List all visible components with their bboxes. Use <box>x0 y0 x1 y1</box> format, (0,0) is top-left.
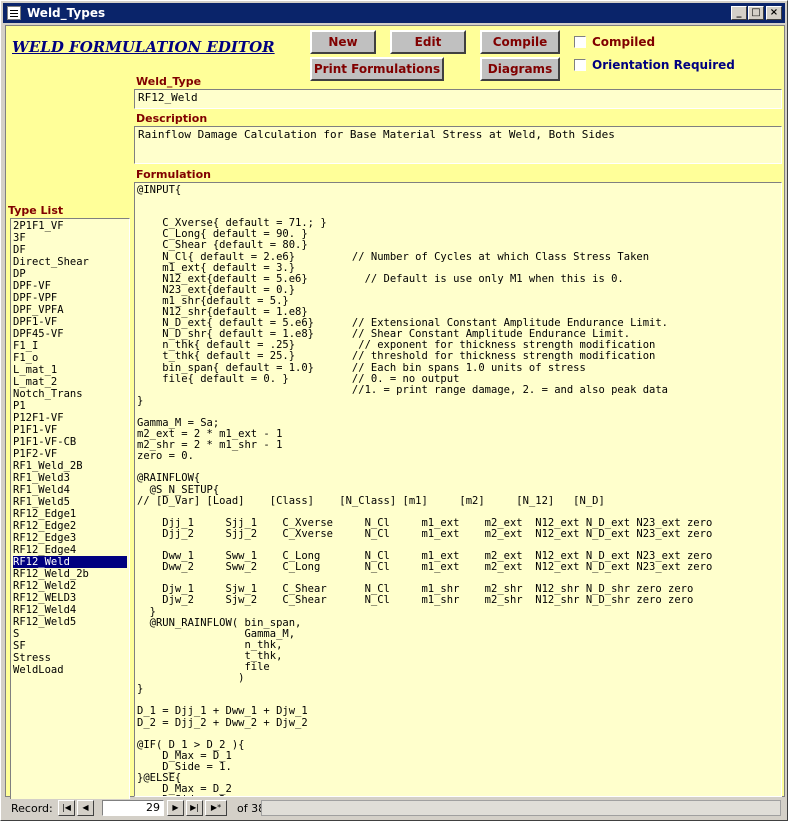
type-list-item[interactable]: DPF1-VF <box>13 316 127 328</box>
type-list-item[interactable]: DPF-VF <box>13 280 127 292</box>
type-list-item[interactable]: RF1_Weld_2B <box>13 460 127 472</box>
weld-type-label: Weld_Type <box>136 75 202 88</box>
type-list-item[interactable]: DPF45-VF <box>13 328 127 340</box>
compile-button[interactable]: Compile <box>480 30 560 54</box>
form-title: WELD FORMULATION EDITOR <box>12 38 275 56</box>
type-list-item[interactable]: RF12_Edge1 <box>13 508 127 520</box>
last-record-button[interactable]: ▶| <box>186 800 203 816</box>
type-list-item[interactable]: P12F1-VF <box>13 412 127 424</box>
minimize-button[interactable]: _ <box>731 6 747 20</box>
description-label: Description <box>136 112 208 125</box>
type-list-item[interactable]: Stress <box>13 652 127 664</box>
maximize-button[interactable]: □ <box>748 6 764 20</box>
formulation-field[interactable]: @INPUT{ C_Xverse{ default = 71.; } C_Lon… <box>134 182 782 797</box>
type-list-item[interactable]: S <box>13 628 127 640</box>
type-list-item[interactable]: WeldLoad <box>13 664 127 676</box>
compiled-checkbox[interactable]: Compiled <box>574 35 664 49</box>
type-list-item[interactable]: Notch_Trans <box>13 388 127 400</box>
record-navigation-bar: Record: |◀ ◀ 29 ▶ ▶| ▶* of 38 <box>5 799 785 818</box>
type-list-item[interactable]: DF <box>13 244 127 256</box>
type-list-item[interactable]: RF12_Weld4 <box>13 604 127 616</box>
type-list-item[interactable]: SF <box>13 640 127 652</box>
print-formulations-button[interactable]: Print Formulations ... <box>310 57 444 96</box>
orientation-required-checkbox[interactable]: Orientation Required <box>574 58 735 72</box>
current-record-input[interactable]: 29 <box>102 800 164 816</box>
type-list-item[interactable]: L_mat_2 <box>13 376 127 388</box>
type-list-item[interactable]: DP <box>13 268 127 280</box>
type-list-item[interactable]: P1F1-VF <box>13 424 127 436</box>
form-body: WELD FORMULATION EDITOR New Edit Compile… <box>5 25 785 801</box>
type-list-item[interactable]: P1F2-VF <box>13 448 127 460</box>
new-record-button[interactable]: ▶* <box>205 800 227 816</box>
type-list-item[interactable]: RF12_Weld <box>13 556 127 568</box>
type-list[interactable]: 2P1F1_VF 3F DF Direct_Shear DP DPF-VF DPF-VPF D… <box>10 218 130 801</box>
type-list-item[interactable]: 3F <box>13 232 127 244</box>
window-title: Weld_Types <box>27 6 106 20</box>
type-list-item[interactable]: 2P1F1_VF <box>13 220 127 232</box>
type-list-item[interactable]: RF1_Weld3 <box>13 472 127 484</box>
type-list-item[interactable]: F1_I <box>13 340 127 352</box>
type-list-item[interactable]: RF12_Weld2 <box>13 580 127 592</box>
previous-record-button[interactable]: ◀ <box>77 800 94 816</box>
of-label: of <box>237 802 248 815</box>
type-list-item[interactable]: RF12_WELD3 <box>13 592 127 604</box>
type-list-item[interactable]: P1F1-VF-CB <box>13 436 127 448</box>
title-bar[interactable]: Weld_Types _ □ × <box>3 3 785 23</box>
orientation-checkbox-box[interactable] <box>574 59 586 71</box>
compiled-checkbox-box[interactable] <box>574 36 586 48</box>
type-list-item[interactable]: DPF-VPF <box>13 292 127 304</box>
diagrams-button[interactable]: Diagrams <box>480 57 560 81</box>
window: Weld_Types _ □ × WELD FORMULATION EDITOR… <box>0 0 788 821</box>
type-list-item[interactable]: DPF_VPFA <box>13 304 127 316</box>
type-list-item[interactable]: RF12_Edge3 <box>13 532 127 544</box>
type-list-item[interactable]: F1_o <box>13 352 127 364</box>
record-label: Record: <box>11 802 53 815</box>
compiled-label: Compiled <box>592 35 656 49</box>
form-icon[interactable] <box>7 6 21 20</box>
first-record-button[interactable]: |◀ <box>58 800 75 816</box>
type-list-item[interactable]: RF12_Weld_2b <box>13 568 127 580</box>
edit-button[interactable]: Edit <box>390 30 466 54</box>
horizontal-scrollbar[interactable] <box>261 800 781 816</box>
close-button[interactable]: × <box>766 6 782 20</box>
type-list-item[interactable]: Direct_Shear <box>13 256 127 268</box>
type-list-item[interactable]: RF12_Edge2 <box>13 520 127 532</box>
type-list-item[interactable]: RF1_Weld4 <box>13 484 127 496</box>
orientation-required-label: Orientation Required <box>592 58 735 72</box>
type-list-item[interactable]: RF12_Weld5 <box>13 616 127 628</box>
type-list-item[interactable]: L_mat_1 <box>13 364 127 376</box>
type-list-item[interactable]: P1 <box>13 400 127 412</box>
description-field[interactable]: Rainflow Damage Calculation for Base Mat… <box>134 126 782 164</box>
type-list-item[interactable]: RF12_Edge4 <box>13 544 127 556</box>
formulation-label: Formulation <box>136 168 211 181</box>
new-button[interactable]: New <box>310 30 376 54</box>
next-record-button[interactable]: ▶ <box>167 800 184 816</box>
weld-type-field[interactable]: RF12_Weld <box>134 89 782 109</box>
type-list-label: Type List <box>8 204 64 217</box>
type-list-item[interactable]: RF1_Weld5 <box>13 496 127 508</box>
